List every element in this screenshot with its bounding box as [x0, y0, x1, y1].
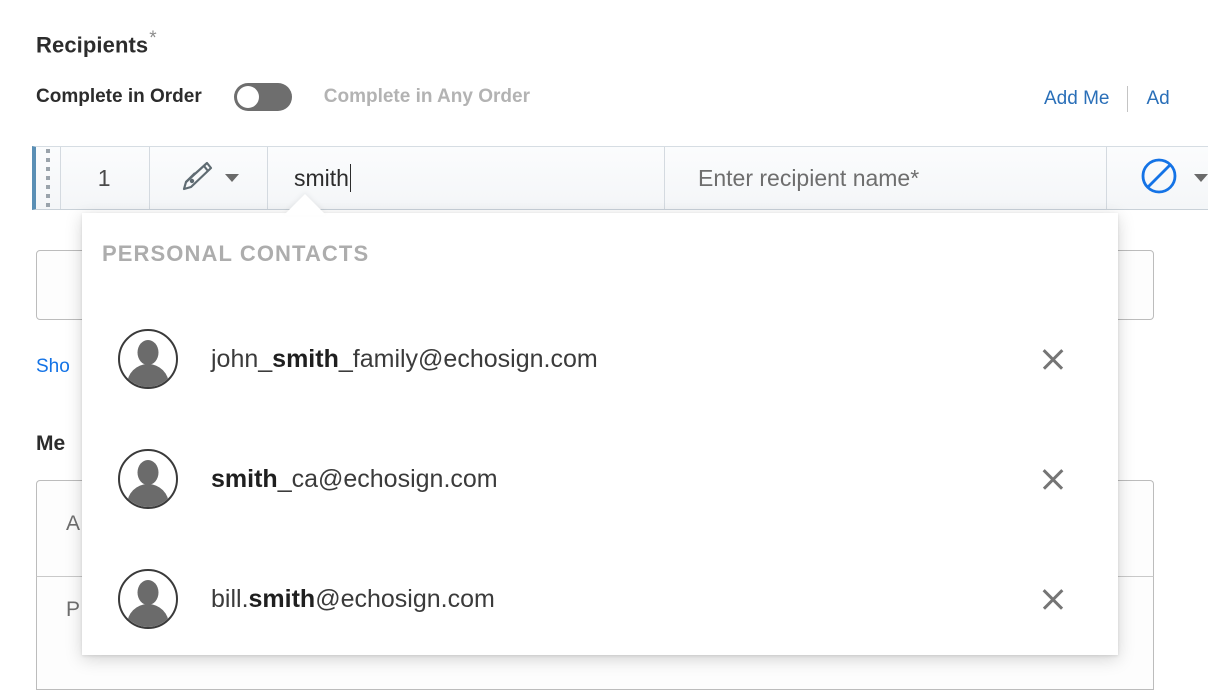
completion-order-control: Complete in Order Complete in Any Order [36, 80, 530, 114]
contact-email: john_smith_family@echosign.com [211, 345, 598, 374]
dropdown-header: PERSONAL CONTACTS [102, 241, 370, 266]
message-body-text: P [66, 598, 81, 621]
complete-in-order-label: Complete in Order [36, 86, 202, 107]
recipient-email-input[interactable]: smith [267, 147, 664, 209]
recipient-row: 1 smith Enter recipient name* [32, 146, 1208, 210]
recipient-role-selector[interactable] [148, 147, 267, 209]
required-asterisk: * [149, 28, 157, 49]
avatar-body [127, 604, 169, 627]
avatar-head [137, 580, 159, 605]
email-prefix: bill. [211, 584, 249, 613]
list-item[interactable]: john_smith_family@echosign.com [82, 299, 1118, 419]
avatar-head [137, 340, 159, 365]
toggle-knob [236, 86, 259, 108]
recipient-authentication-selector[interactable] [1106, 147, 1208, 209]
show-more-link[interactable]: Sho [36, 356, 70, 378]
avatar [118, 329, 178, 389]
list-item[interactable]: smith_ca@echosign.com [82, 419, 1118, 539]
email-match: smith [211, 464, 278, 493]
recipient-name-input[interactable]: Enter recipient name* [664, 147, 1106, 209]
email-prefix: john_ [211, 344, 273, 373]
complete-order-toggle[interactable] [233, 83, 292, 111]
avatar [118, 569, 178, 629]
add-recipient-group-link[interactable]: Ad [1146, 88, 1169, 110]
email-suffix: _ca@echosign.com [277, 464, 498, 493]
add-me-link[interactable]: Add Me [1044, 88, 1109, 110]
email-match: smith [272, 344, 339, 373]
contact-email: bill.smith@echosign.com [211, 585, 495, 614]
chevron-down-icon [224, 174, 239, 182]
recipient-index: 1 [59, 147, 149, 209]
avatar [118, 449, 178, 509]
recipient-header-links: Add Me Ad [1044, 84, 1170, 114]
complete-in-any-order-label: Complete in Any Order [323, 86, 530, 107]
message-section-heading: Me [36, 432, 66, 455]
page-title-text: Recipients [36, 32, 149, 58]
chevron-down-icon-auth [1194, 174, 1208, 182]
drag-dots-icon [45, 149, 50, 207]
recipient-email-value: smith [294, 164, 349, 191]
avatar-head [137, 460, 159, 485]
contact-email: smith_ca@echosign.com [211, 465, 498, 494]
signature-pen-icon [177, 160, 215, 197]
recipient-name-placeholder: Enter recipient name* [698, 164, 920, 191]
list-item[interactable]: bill.smith@echosign.com [82, 539, 1118, 659]
email-suffix: _family@echosign.com [338, 344, 598, 373]
avatar-body [127, 364, 169, 387]
agreement-name-text: A [66, 512, 81, 535]
close-icon[interactable] [1036, 582, 1070, 616]
no-authentication-icon [1138, 155, 1180, 202]
email-suffix: @echosign.com [315, 584, 495, 613]
email-match: smith [248, 584, 316, 613]
links-divider [1127, 86, 1129, 112]
drag-handle[interactable] [36, 147, 60, 209]
personal-contacts-dropdown: PERSONAL CONTACTS john_smith_family@echo… [82, 213, 1118, 655]
page-title: Recipients* [36, 28, 157, 58]
text-caret [349, 164, 352, 192]
contact-list: john_smith_family@echosign.com smith_ca@… [82, 299, 1118, 659]
close-icon[interactable] [1036, 342, 1070, 376]
dropdown-pointer [284, 194, 326, 215]
close-icon[interactable] [1036, 462, 1070, 496]
avatar-body [127, 484, 169, 507]
